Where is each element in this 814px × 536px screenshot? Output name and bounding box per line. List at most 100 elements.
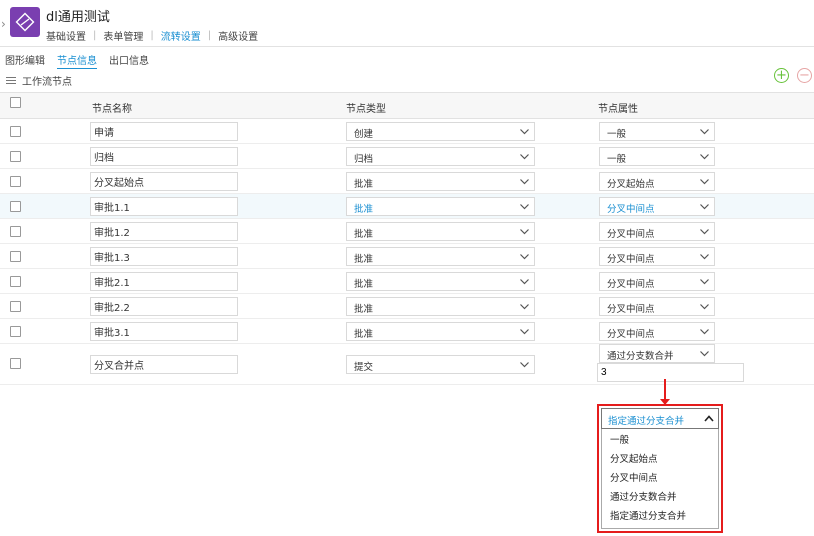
branch-count-input[interactable] (597, 363, 744, 382)
chevron-down-icon (700, 204, 709, 210)
section-heading: 工作流节点 (6, 73, 72, 88)
tab-exit-info[interactable]: 出口信息 (109, 52, 149, 69)
row-checkbox[interactable] (10, 276, 21, 287)
node-type-value: 创建 (354, 129, 374, 140)
app-title: dl通用测试 (46, 10, 110, 25)
chevron-down-icon (700, 229, 709, 235)
node-type-select[interactable]: 提交 (346, 355, 535, 374)
table-row[interactable]: 批准 分叉中间点 (0, 269, 814, 294)
dropdown-option[interactable]: 分叉中间点 (602, 469, 718, 488)
column-header-name: 节点名称 (92, 104, 132, 115)
table-row[interactable]: 批准 分叉起始点 (0, 169, 814, 194)
chevron-up-icon (704, 415, 714, 422)
select-all-checkbox[interactable] (10, 97, 21, 108)
chevron-down-icon (520, 304, 529, 310)
chevron-down-icon (520, 154, 529, 160)
node-type-value: 批准 (354, 254, 374, 265)
nav-separator: | (93, 30, 97, 41)
node-name-input[interactable] (90, 272, 238, 291)
node-name-input[interactable] (90, 197, 238, 216)
node-type-value: 批准 (354, 229, 374, 240)
row-checkbox[interactable] (10, 176, 21, 187)
node-name-input[interactable] (90, 355, 238, 374)
row-checkbox[interactable] (10, 326, 21, 337)
table-row[interactable]: 批准 分叉中间点 (0, 194, 814, 219)
node-name-input[interactable] (90, 322, 238, 341)
node-type-select[interactable]: 批准 (346, 322, 535, 341)
node-attr-select[interactable]: 分叉中间点 (599, 322, 715, 341)
row-checkbox[interactable] (10, 226, 21, 237)
node-table: 节点名称 节点类型 节点属性 创建一般归档一般批准分叉起始点批准分叉中间点批准分… (0, 92, 814, 385)
row-checkbox[interactable] (10, 301, 21, 312)
row-checkbox[interactable] (10, 126, 21, 137)
node-type-select[interactable]: 批准 (346, 222, 535, 241)
row-checkbox[interactable] (10, 151, 21, 162)
node-name-input[interactable] (90, 147, 238, 166)
row-checkbox[interactable] (10, 251, 21, 262)
node-attr-select[interactable]: 一般 (599, 122, 715, 141)
node-type-select[interactable]: 批准 (346, 197, 535, 216)
dropdown-option[interactable]: 一般 (602, 431, 718, 450)
sub-tabs: 图形编辑 节点信息 出口信息 (5, 52, 161, 69)
add-node-button[interactable]: + (774, 68, 789, 83)
table-row[interactable]: 创建 一般 (0, 119, 814, 144)
node-attr-value: 分叉中间点 (607, 329, 655, 340)
dropdown-option[interactable]: 通过分支数合并 (602, 488, 718, 507)
chevron-down-icon (520, 279, 529, 285)
collapse-arrow-icon[interactable]: › (1, 17, 6, 31)
row-checkbox[interactable] (10, 358, 21, 369)
tab-graph-edit[interactable]: 图形编辑 (5, 52, 45, 69)
table-row[interactable]: 提交 通过分支数合并 (0, 344, 814, 385)
node-name-input[interactable] (90, 222, 238, 241)
table-row[interactable]: 批准 分叉中间点 (0, 319, 814, 344)
row-checkbox[interactable] (10, 201, 21, 212)
nav-flow-settings[interactable]: 流转设置 (161, 28, 201, 43)
chevron-down-icon (520, 329, 529, 335)
tab-node-info[interactable]: 节点信息 (57, 52, 97, 69)
chevron-down-icon (520, 179, 529, 185)
node-type-select[interactable]: 批准 (346, 247, 535, 266)
node-type-select[interactable]: 归档 (346, 147, 535, 166)
node-attr-select[interactable]: 分叉中间点 (599, 247, 715, 266)
nav-advanced-settings[interactable]: 高级设置 (218, 28, 258, 43)
table-row[interactable]: 批准 分叉中间点 (0, 244, 814, 269)
chevron-down-icon (700, 129, 709, 135)
node-name-input[interactable] (90, 172, 238, 191)
node-attr-select[interactable]: 分叉起始点 (599, 172, 715, 191)
chevron-down-icon (700, 304, 709, 310)
node-attr-select[interactable]: 通过分支数合并 (599, 344, 715, 363)
node-attr-value: 分叉中间点 (607, 229, 655, 240)
table-row[interactable]: 归档 一般 (0, 144, 814, 169)
nav-separator: | (150, 30, 154, 41)
node-attr-select[interactable]: 一般 (599, 147, 715, 166)
node-name-input[interactable] (90, 122, 238, 141)
dropdown-selected[interactable]: 指定通过分支合并 (601, 408, 719, 429)
node-type-select[interactable]: 创建 (346, 122, 535, 141)
dropdown-option[interactable]: 分叉起始点 (602, 450, 718, 469)
chevron-down-icon (520, 129, 529, 135)
node-type-select[interactable]: 批准 (346, 297, 535, 316)
node-attr-select[interactable]: 分叉中间点 (599, 197, 715, 216)
node-attr-select[interactable]: 分叉中间点 (599, 272, 715, 291)
node-attr-select[interactable]: 分叉中间点 (599, 297, 715, 316)
node-type-select[interactable]: 批准 (346, 172, 535, 191)
chevron-down-icon (700, 179, 709, 185)
attr-dropdown[interactable]: 指定通过分支合并 一般 分叉起始点 分叉中间点 通过分支数合并 指定通过分支合并 (601, 408, 719, 529)
table-row[interactable]: 批准 分叉中间点 (0, 219, 814, 244)
node-attr-value: 一般 (607, 154, 627, 165)
app-icon (10, 7, 40, 37)
remove-node-button[interactable]: − (797, 68, 812, 83)
node-name-input[interactable] (90, 247, 238, 266)
column-header-type: 节点类型 (346, 104, 386, 115)
dropdown-option[interactable]: 指定通过分支合并 (602, 507, 718, 526)
node-attr-select[interactable]: 分叉中间点 (599, 222, 715, 241)
top-nav: 基础设置 | 表单管理 | 流转设置 | 高级设置 (46, 28, 258, 43)
nav-form-management[interactable]: 表单管理 (103, 28, 143, 43)
flow-logo-icon (15, 12, 35, 32)
node-type-value: 批准 (354, 279, 374, 290)
table-row[interactable]: 批准 分叉中间点 (0, 294, 814, 319)
node-name-input[interactable] (90, 297, 238, 316)
nav-basic-settings[interactable]: 基础设置 (46, 28, 86, 43)
chevron-down-icon (700, 154, 709, 160)
node-type-select[interactable]: 批准 (346, 272, 535, 291)
